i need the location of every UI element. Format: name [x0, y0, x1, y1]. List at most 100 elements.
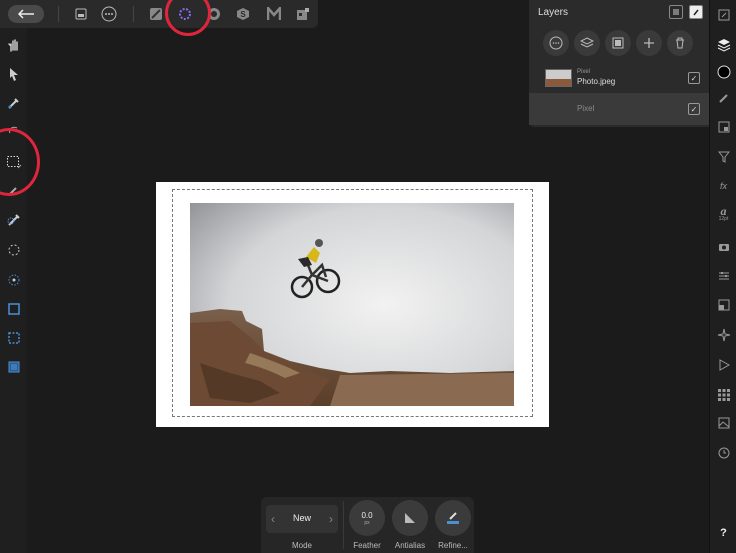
- panel-pin-button[interactable]: [689, 5, 703, 19]
- antialias-label: Antialias: [394, 541, 426, 550]
- chevron-right-icon[interactable]: ›: [329, 512, 333, 526]
- clock-icon: [718, 447, 729, 458]
- more-button[interactable]: [101, 6, 117, 22]
- eyedropper-icon: [7, 97, 19, 109]
- export-persona-button[interactable]: S: [235, 6, 251, 22]
- document-icon: [75, 8, 87, 20]
- context-divider: [343, 501, 344, 549]
- help-button[interactable]: ?: [715, 524, 732, 541]
- layers-studio-button[interactable]: [715, 36, 732, 53]
- feather-button[interactable]: 0.0 px: [349, 500, 385, 536]
- layer-visibility-checkbox[interactable]: ✓: [688, 72, 700, 84]
- pixel-persona-button[interactable]: [148, 6, 164, 22]
- refine-label: Refine...: [438, 541, 468, 550]
- delete-layer-button[interactable]: [667, 30, 693, 56]
- freehand-selection-tool[interactable]: [5, 271, 22, 288]
- transform-studio-button[interactable]: [715, 296, 732, 313]
- sliders-icon: [718, 271, 729, 279]
- expand-icon: [718, 9, 729, 20]
- back-button[interactable]: [8, 5, 44, 23]
- hand-tool[interactable]: [5, 36, 22, 53]
- export-persona-icon: S: [237, 8, 249, 20]
- plus-icon: [644, 38, 654, 48]
- brush-icon: [718, 93, 728, 103]
- add-layer-button[interactable]: [636, 30, 662, 56]
- compass-icon: [717, 328, 730, 341]
- panel-menu-button[interactable]: [669, 5, 683, 19]
- layers-icon: [717, 38, 730, 52]
- inpainting-tool[interactable]: [5, 358, 22, 375]
- layer-stack-button[interactable]: [574, 30, 600, 56]
- sliders-studio-button[interactable]: [715, 267, 732, 284]
- selection-brush-tool[interactable]: [5, 211, 22, 228]
- trash-icon: [676, 37, 684, 49]
- filter-funnel-icon: [717, 151, 730, 163]
- antialias-button[interactable]: [392, 500, 428, 536]
- navigator-studio-button[interactable]: [715, 326, 732, 343]
- mode-label: Mode: [291, 541, 312, 550]
- mask-icon: [612, 37, 624, 49]
- mask-layer-button[interactable]: [605, 30, 631, 56]
- top-toolbar: S: [0, 0, 318, 28]
- macro-studio-button[interactable]: [715, 356, 732, 373]
- feather-unit: px: [364, 519, 370, 526]
- options-icon: [549, 36, 563, 50]
- right-studio-strip: fx a 12pt ?: [709, 0, 736, 553]
- layer-type: Pixel: [577, 69, 591, 75]
- play-icon: [719, 358, 730, 371]
- stock-studio-button[interactable]: [715, 414, 732, 431]
- grid-icon: [717, 388, 730, 401]
- layer-row[interactable]: Pixel Photo.jpeg ✓: [529, 62, 709, 94]
- image-icon: [718, 417, 729, 428]
- menu-icon: [673, 9, 679, 15]
- more-icon: [101, 6, 117, 22]
- text-styles-studio-button[interactable]: a 12pt: [715, 205, 732, 222]
- hand-icon: [7, 38, 18, 52]
- svg-text:S: S: [240, 10, 246, 19]
- context-toolbar: ‹ New › Mode 0.0 px Feather Antialias Re…: [261, 497, 474, 553]
- layer-name: Photo.jpeg: [577, 77, 616, 86]
- camera-icon: [718, 243, 729, 251]
- layer-row-selected[interactable]: Pixel ✓: [529, 93, 709, 125]
- crop-icon: [7, 302, 20, 315]
- color-swatch-icon: [717, 65, 730, 78]
- camera-studio-button[interactable]: [715, 238, 732, 255]
- adjustments-icon: [718, 121, 729, 132]
- flood-select-icon: [8, 244, 19, 255]
- layer-name: Pixel: [577, 104, 595, 113]
- marquee-tool-blue[interactable]: [5, 329, 22, 346]
- layers-stack-icon: [580, 37, 594, 48]
- layer-thumbnail: [545, 69, 572, 87]
- marquee-blue-icon: [7, 331, 20, 344]
- transform-icon: [718, 299, 729, 310]
- crop-tool[interactable]: [5, 300, 22, 317]
- layer-visibility-checkbox[interactable]: ✓: [688, 103, 700, 115]
- layer-options-button[interactable]: [543, 30, 569, 56]
- swatches-studio-button[interactable]: [715, 386, 732, 403]
- tone-map-persona-button[interactable]: [266, 6, 282, 22]
- color-studio-button[interactable]: [715, 63, 732, 80]
- refine-button[interactable]: [435, 500, 471, 536]
- document-button[interactable]: [73, 6, 89, 22]
- flood-select-tool[interactable]: [5, 241, 22, 258]
- layers-panel-title: Layers: [538, 7, 569, 18]
- selection-brush-icon: [7, 213, 20, 226]
- photo-image: [190, 203, 514, 406]
- color-picker-tool[interactable]: [5, 94, 22, 111]
- liquify-persona-button[interactable]: [295, 6, 311, 22]
- filters-studio-button[interactable]: [715, 148, 732, 165]
- brushes-studio-button[interactable]: [715, 89, 732, 106]
- back-arrow-icon: [17, 9, 34, 19]
- annotation-circle-left: [0, 128, 40, 196]
- adjustments-studio-button[interactable]: [715, 118, 732, 135]
- mode-selector[interactable]: ‹ New ›: [266, 505, 338, 533]
- pixel-persona-icon: [150, 8, 162, 20]
- canvas-document[interactable]: [156, 182, 549, 427]
- feather-label: Feather: [353, 541, 381, 550]
- mountain-bike-photo: [190, 203, 514, 406]
- history-studio-button[interactable]: [715, 444, 732, 461]
- expand-button[interactable]: [715, 6, 732, 23]
- mode-value: New: [292, 513, 311, 523]
- effects-studio-button[interactable]: fx: [715, 177, 732, 194]
- move-tool[interactable]: [5, 65, 22, 82]
